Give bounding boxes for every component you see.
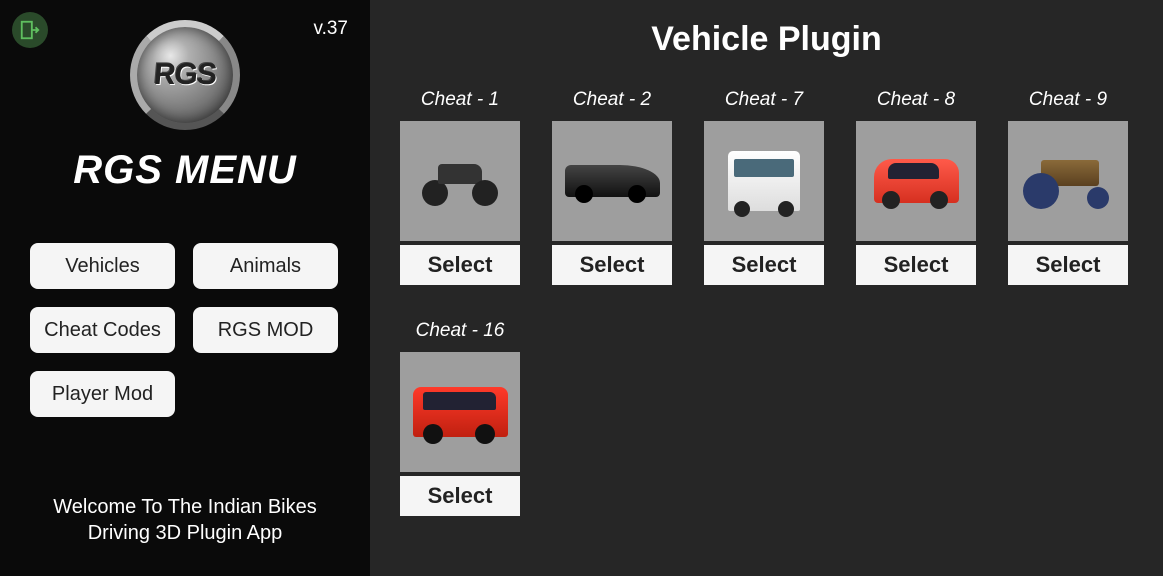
logo-text: RGS [152,58,217,92]
cheat-label: Cheat - 9 [1029,89,1107,111]
select-button[interactable]: Select [552,245,672,285]
player-mod-button[interactable]: Player Mod [30,371,175,417]
cheat-label: Cheat - 16 [416,320,505,342]
cheat-label: Cheat - 1 [421,89,499,111]
vehicle-thumbnail[interactable] [400,121,520,241]
animals-button[interactable]: Animals [193,243,338,289]
version-label: v.37 [313,18,348,40]
cheat-codes-button[interactable]: Cheat Codes [30,307,175,353]
van-icon [728,151,800,211]
page-title: Vehicle Plugin [400,20,1133,59]
vehicle-card: Cheat - 7 Select [704,89,824,285]
sidebar: v.37 RGS RGS MENU Vehicles Animals Cheat… [0,0,370,576]
logo-circle: RGS [130,20,240,130]
welcome-text: Welcome To The Indian Bikes Driving 3D P… [0,494,370,546]
vehicle-thumbnail[interactable] [1008,121,1128,241]
menu-title: RGS MENU [10,148,360,193]
vehicle-thumbnail[interactable] [400,352,520,472]
motorcycle-icon [420,156,500,206]
menu-buttons: Vehicles Animals Cheat Codes RGS MOD Pla… [10,243,360,417]
logo: RGS [10,20,360,130]
cheat-label: Cheat - 7 [725,89,803,111]
sports-car-icon [565,165,660,197]
vehicle-card: Cheat - 16 Select [400,320,520,516]
select-button[interactable]: Select [856,245,976,285]
hatchback-icon [874,159,959,203]
select-button[interactable]: Select [1008,245,1128,285]
vehicle-card: Cheat - 2 Select [552,89,672,285]
vehicle-thumbnail[interactable] [856,121,976,241]
vehicle-card: Cheat - 1 Select [400,89,520,285]
vehicle-card: Cheat - 9 Select [1008,89,1128,285]
select-button[interactable]: Select [400,245,520,285]
main-panel: Vehicle Plugin Cheat - 1 Select Cheat - … [370,0,1163,576]
rgs-mod-button[interactable]: RGS MOD [193,307,338,353]
cheat-label: Cheat - 8 [877,89,955,111]
select-button[interactable]: Select [704,245,824,285]
cheat-label: Cheat - 2 [573,89,651,111]
tractor-icon [1023,154,1113,209]
vehicle-thumbnail[interactable] [552,121,672,241]
exit-button[interactable] [12,12,48,48]
vehicles-button[interactable]: Vehicles [30,243,175,289]
select-button[interactable]: Select [400,476,520,516]
vehicle-thumbnail[interactable] [704,121,824,241]
vehicle-grid: Cheat - 1 Select Cheat - 2 Select Cheat … [400,89,1133,516]
exit-icon [19,19,41,41]
vehicle-card: Cheat - 8 Select [856,89,976,285]
suv-icon [413,387,508,437]
